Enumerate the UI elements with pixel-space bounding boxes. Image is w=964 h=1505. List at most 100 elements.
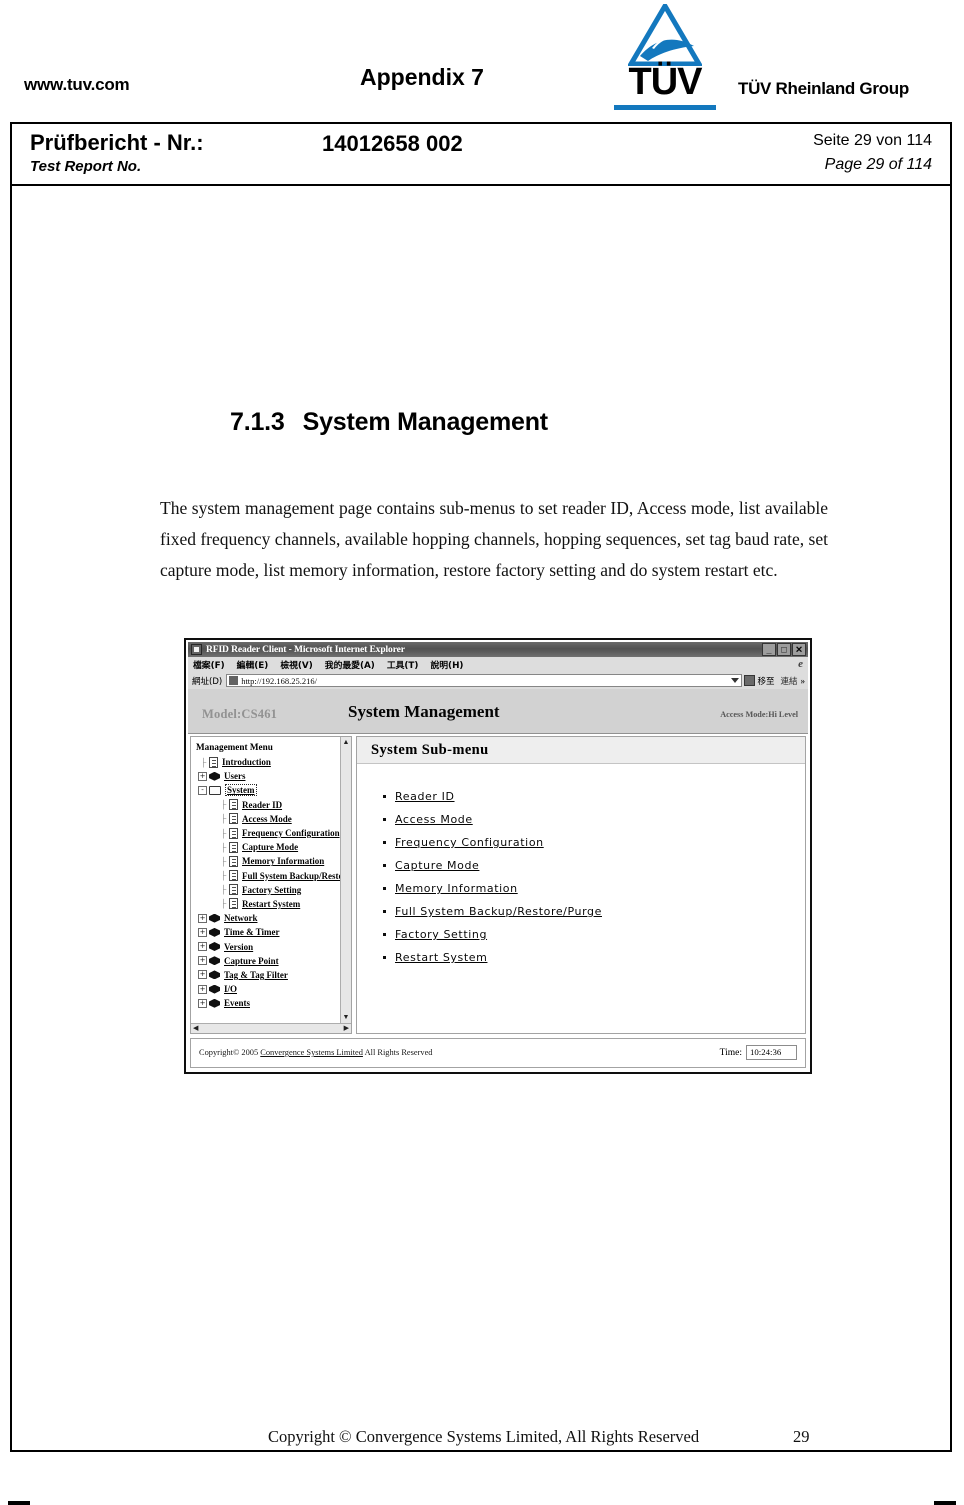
tree-vertical-scrollbar[interactable]: ▲ ▼ <box>340 737 351 1023</box>
maximize-button[interactable]: □ <box>777 643 791 656</box>
submenu-link[interactable]: Capture Mode <box>395 859 479 872</box>
submenu-item[interactable]: Access Mode <box>383 808 799 831</box>
tree-item-label[interactable]: Reader ID <box>242 800 282 810</box>
tree-item[interactable]: ├ Access Mode <box>196 812 339 826</box>
minimize-button[interactable]: _ <box>762 643 776 656</box>
expand-icon[interactable]: + <box>198 771 207 781</box>
go-button-label: 移至 <box>757 676 775 687</box>
submenu-title: System Sub-menu <box>371 742 489 758</box>
access-mode-label: Access Mode:Hi Level <box>720 710 798 719</box>
tree-item-label[interactable]: Capture Mode <box>242 842 298 852</box>
time-value: 10:24:36 <box>746 1045 797 1060</box>
expand-icon[interactable]: + <box>198 956 207 966</box>
submenu-link[interactable]: Restart System <box>395 951 487 964</box>
tree-item[interactable]: ├ Memory Information <box>196 854 339 868</box>
scroll-right-icon[interactable]: ▶ <box>342 1024 351 1033</box>
page-content: 7.1.3 System Management The system manage… <box>12 186 950 1450</box>
tree-item-label[interactable]: Memory Information <box>242 856 324 866</box>
tree-item[interactable]: - System <box>196 783 339 797</box>
time-label: Time: <box>719 1047 742 1058</box>
submenu-item[interactable]: Memory Information <box>383 877 799 900</box>
tree-item[interactable]: + Capture Point <box>196 954 339 968</box>
tree-item[interactable]: ├ Full System Backup/Restore/Purge <box>196 869 351 883</box>
menu-item-file[interactable]: 檔案(F) <box>193 658 225 671</box>
submenu-item[interactable]: Capture Mode <box>383 854 799 877</box>
tree-item[interactable]: ├ Reader ID <box>196 798 339 812</box>
tree-item[interactable]: + Users <box>196 769 339 783</box>
submenu-item[interactable]: Frequency Configuration <box>383 831 799 854</box>
submenu-link[interactable]: Reader ID <box>395 790 455 803</box>
submenu-item[interactable]: Factory Setting <box>383 923 799 946</box>
tree-title: Management Menu <box>196 742 273 752</box>
minimize-icon: _ <box>766 644 772 654</box>
expand-icon[interactable]: + <box>198 942 207 952</box>
tree-item-label[interactable]: Restart System <box>242 899 300 909</box>
tuv-triangle-icon <box>628 4 702 66</box>
submenu-item[interactable]: Full System Backup/Restore/Purge <box>383 900 799 923</box>
tree-item-label[interactable]: Users <box>224 771 246 781</box>
expand-icon[interactable]: + <box>198 970 207 980</box>
tree-item[interactable]: + Network <box>196 911 339 925</box>
app-banner-title: System Management <box>348 702 500 721</box>
address-input[interactable]: http://192.168.25.216/ <box>226 674 743 687</box>
expand-icon[interactable]: + <box>198 998 207 1008</box>
tree-item[interactable]: ├ Restart System <box>196 897 339 911</box>
submenu-item[interactable]: Reader ID <box>383 785 799 808</box>
page-icon <box>229 799 238 811</box>
tree-item-label[interactable]: Full System Backup/Restore/Purge <box>242 871 351 881</box>
submenu-link[interactable]: Factory Setting <box>395 928 487 941</box>
collapse-icon[interactable]: - <box>198 785 207 795</box>
app-body: Management Menu ├ Introduction + Users - Syst… <box>190 736 806 1034</box>
tree-item[interactable]: ├ Introduction <box>196 755 339 769</box>
tree-item-label[interactable]: Version <box>224 942 253 952</box>
scroll-left-icon[interactable]: ◀ <box>191 1024 200 1033</box>
submenu-link[interactable]: Frequency Configuration <box>395 836 544 849</box>
chevron-down-icon[interactable] <box>731 678 740 683</box>
submenu-link[interactable]: Full System Backup/Restore/Purge <box>395 905 602 918</box>
go-button[interactable]: 移至 <box>744 675 774 687</box>
tree-item[interactable]: + Time & Timer <box>196 925 339 939</box>
tree-item[interactable]: ├ Frequency Configuration <box>196 826 340 840</box>
menu-item-favorites[interactable]: 我的最愛(A) <box>325 658 375 671</box>
tree-item-label[interactable]: Tag & Tag Filter <box>224 970 288 980</box>
menu-item-help[interactable]: 說明(H) <box>430 658 463 671</box>
close-button[interactable]: ✕ <box>792 643 806 656</box>
tree-item[interactable]: + Tag & Tag Filter <box>196 968 339 982</box>
tree-horizontal-scrollbar[interactable]: ◀ ▶ <box>191 1023 351 1033</box>
browser-window-title: RFID Reader Client - Microsoft Internet … <box>206 644 405 655</box>
tree-item[interactable]: + I/O <box>196 982 339 996</box>
tree-item-label[interactable]: Time & Timer <box>224 927 280 937</box>
report-frame: Prüfbericht - Nr.: Test Report No. 14012… <box>10 122 952 1452</box>
tree-item[interactable]: + Events <box>196 996 339 1010</box>
tree-connector-icon: ├ <box>220 885 227 895</box>
menu-item-edit[interactable]: 編輯(E) <box>237 658 269 671</box>
tree-item-label[interactable]: Access Mode <box>242 814 292 824</box>
scroll-up-icon[interactable]: ▲ <box>342 738 350 747</box>
overflow-chevron-icon[interactable]: » <box>801 676 806 686</box>
system-submenu-pane: System Sub-menu Reader ID Access Mode Freq… <box>356 736 806 1034</box>
copyright-company-link[interactable]: Convergence Systems Limited <box>260 1048 363 1057</box>
tree-item[interactable]: ├ Capture Mode <box>196 840 339 854</box>
menu-item-tools[interactable]: 工具(T) <box>387 658 419 671</box>
submenu-link[interactable]: Memory Information <box>395 882 518 895</box>
expand-icon[interactable]: + <box>198 927 207 937</box>
links-button[interactable]: 連結 <box>780 675 797 687</box>
tree-item-label[interactable]: Frequency Configuration <box>242 828 340 838</box>
tree-item-label[interactable]: Introduction <box>222 757 271 767</box>
tree-item[interactable]: + Version <box>196 939 339 953</box>
menu-item-view[interactable]: 檢視(V) <box>280 658 312 671</box>
tree-item[interactable]: ├ Factory Setting <box>196 883 339 897</box>
ball-icon <box>209 970 220 980</box>
submenu-link[interactable]: Access Mode <box>395 813 473 826</box>
tree-item-label[interactable]: Network <box>224 913 258 923</box>
scroll-down-icon[interactable]: ▼ <box>342 1013 350 1022</box>
tree-item-label[interactable]: System <box>225 784 257 797</box>
expand-icon[interactable]: + <box>198 984 207 994</box>
submenu-item[interactable]: Restart System <box>383 946 799 969</box>
tree-connector-icon: ├ <box>220 856 227 866</box>
tree-item-label[interactable]: Factory Setting <box>242 885 301 895</box>
expand-icon[interactable]: + <box>198 913 207 923</box>
tree-item-label[interactable]: I/O <box>224 984 237 994</box>
tree-item-label[interactable]: Capture Point <box>224 956 279 966</box>
tree-item-label[interactable]: Events <box>224 998 250 1008</box>
